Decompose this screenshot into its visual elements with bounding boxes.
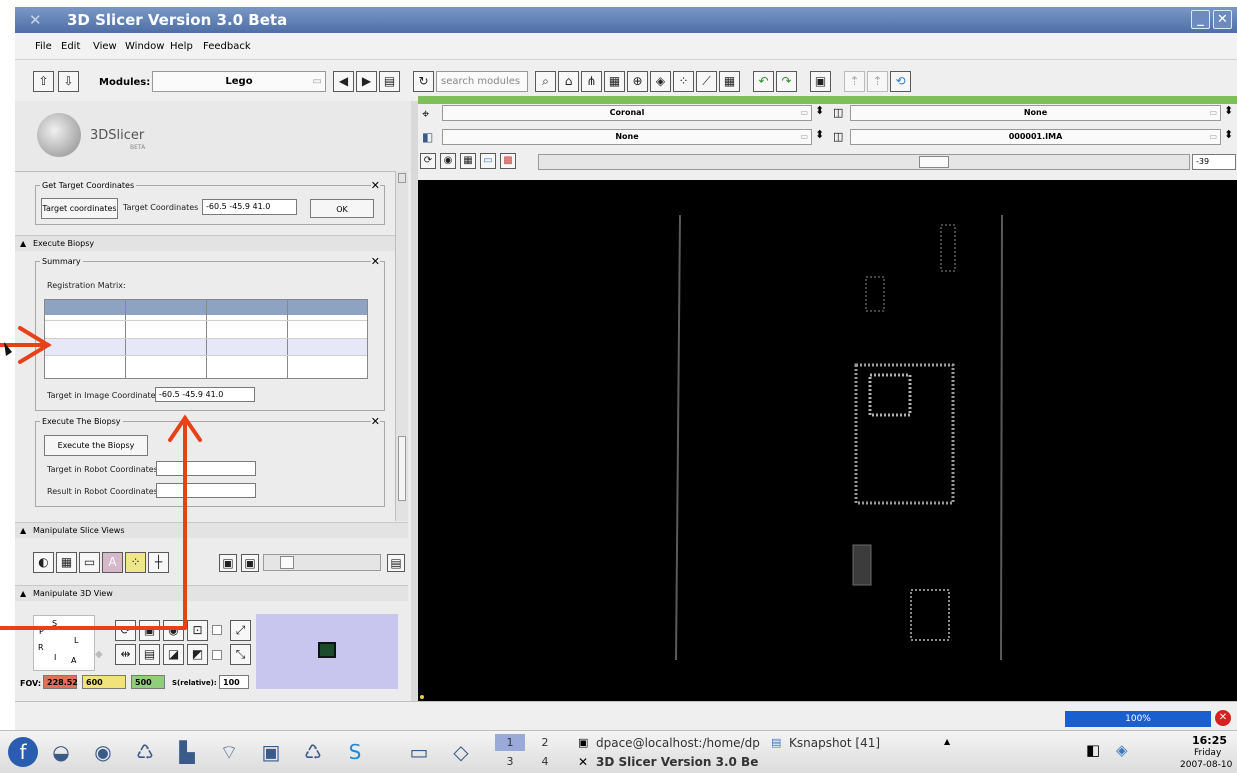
layer-icon[interactable]: ◫ bbox=[833, 106, 843, 119]
slice-view[interactable] bbox=[418, 180, 1237, 701]
ksnapshot-task-icon: ▤ bbox=[771, 736, 782, 749]
fg-select[interactable]: None ▭ bbox=[850, 105, 1221, 121]
redo-icon[interactable]: ↷ bbox=[776, 71, 797, 92]
bg-value: 000001.IMA bbox=[1008, 132, 1063, 141]
terminal-task-icon: ▣ bbox=[578, 736, 589, 749]
slice-slider[interactable] bbox=[538, 154, 1190, 170]
visibility-icon[interactable]: ◉ bbox=[440, 153, 456, 169]
pager-4[interactable]: 4 bbox=[530, 753, 560, 770]
combo-arrow-icon: ▭ bbox=[800, 132, 808, 141]
transforms-icon[interactable]: ◈ bbox=[650, 71, 671, 92]
slice-offset-field[interactable]: -39 bbox=[1192, 154, 1236, 170]
monitor-icon[interactable]: ▭ bbox=[480, 153, 496, 169]
spin-updown-icon[interactable]: ⬍ bbox=[1224, 128, 1233, 141]
models-icon[interactable]: ⊕ bbox=[627, 71, 648, 92]
rotate-icon[interactable]: ⟲ bbox=[890, 71, 911, 92]
search-modules-input[interactable]: search modules bbox=[436, 71, 528, 92]
spin-updown-icon[interactable]: ⬍ bbox=[815, 128, 824, 141]
label-value: None bbox=[615, 132, 639, 141]
clock-day: Friday bbox=[1194, 748, 1222, 758]
task-ksnapshot[interactable]: Ksnapshot [41] bbox=[789, 736, 880, 750]
combo-arrow-icon: ▭ bbox=[800, 108, 808, 117]
fg-value: None bbox=[1023, 108, 1048, 117]
pager-2[interactable]: 2 bbox=[530, 734, 560, 751]
progress-bar: 100% bbox=[1065, 711, 1211, 727]
spin-updown-icon[interactable]: ⬍ bbox=[1224, 104, 1233, 117]
pager-1[interactable]: 1 bbox=[495, 734, 525, 751]
label-select[interactable]: None ▭ bbox=[442, 129, 812, 145]
bg-select[interactable]: 000001.IMA ▭ bbox=[850, 129, 1221, 145]
slice-image bbox=[420, 214, 1003, 699]
minimize-button[interactable]: _ bbox=[1191, 10, 1210, 29]
label-layer-icon[interactable]: ◧ bbox=[422, 130, 433, 144]
slice-spin-icon[interactable]: ⟳ bbox=[420, 153, 436, 169]
task-slicer[interactable]: 3D Slicer Version 3.0 Be bbox=[596, 755, 758, 769]
layer-icon[interactable]: ◫ bbox=[833, 130, 843, 143]
data-icon[interactable]: ⋔ bbox=[581, 71, 602, 92]
search-icon[interactable]: ⌕ bbox=[535, 71, 556, 92]
task-terminal[interactable]: dpace@localhost:/home/dp bbox=[596, 736, 760, 750]
pager-3[interactable]: 3 bbox=[495, 753, 525, 770]
crosshair-icon[interactable]: ⌖ bbox=[422, 107, 429, 122]
pick-icon[interactable]: ⇡ bbox=[844, 71, 865, 92]
lut-icon[interactable]: ▩ bbox=[500, 153, 516, 169]
measure-icon[interactable]: ▦ bbox=[719, 71, 740, 92]
clock-date: 2007-08-10 bbox=[1180, 760, 1233, 770]
desktop: ✕ 3D Slicer Version 3.0 Beta _ ✕ File Ed… bbox=[0, 0, 1237, 773]
network-icon[interactable]: ◈ bbox=[1116, 741, 1128, 759]
editor-icon[interactable]: ⟋ bbox=[696, 71, 717, 92]
clock-time: 16:25 bbox=[1192, 734, 1228, 747]
annotation-arrows bbox=[0, 326, 202, 630]
slider-thumb[interactable] bbox=[919, 156, 949, 168]
close-button[interactable]: ✕ bbox=[1213, 10, 1232, 29]
combo-arrow-icon: ▭ bbox=[1209, 108, 1217, 117]
eraser-icon[interactable]: ◇ bbox=[446, 737, 476, 767]
stop-icon[interactable]: ✕ bbox=[1215, 710, 1231, 726]
orientation-select[interactable]: Coronal ▭ bbox=[442, 105, 812, 121]
combo-arrow-icon: ▭ bbox=[1209, 132, 1217, 141]
place-icon[interactable]: ⇡ bbox=[867, 71, 888, 92]
layout-icon[interactable]: ▣ bbox=[810, 71, 831, 92]
clipboard-icon[interactable]: ◧ bbox=[1086, 741, 1100, 759]
slice-color-bar bbox=[418, 96, 1237, 104]
spin-updown-icon[interactable]: ⬍ bbox=[815, 104, 824, 117]
volumes-icon[interactable]: ▦ bbox=[604, 71, 625, 92]
task-arrow-icon[interactable]: ▲ bbox=[944, 737, 950, 746]
home-icon[interactable]: ⌂ bbox=[558, 71, 579, 92]
slicer-task-icon: ✕ bbox=[578, 755, 589, 769]
fiducials-icon[interactable]: ⁘ bbox=[673, 71, 694, 92]
orientation-value: Coronal bbox=[609, 108, 645, 117]
undo-icon[interactable]: ↶ bbox=[753, 71, 774, 92]
grid-icon[interactable]: ▦ bbox=[460, 153, 476, 169]
